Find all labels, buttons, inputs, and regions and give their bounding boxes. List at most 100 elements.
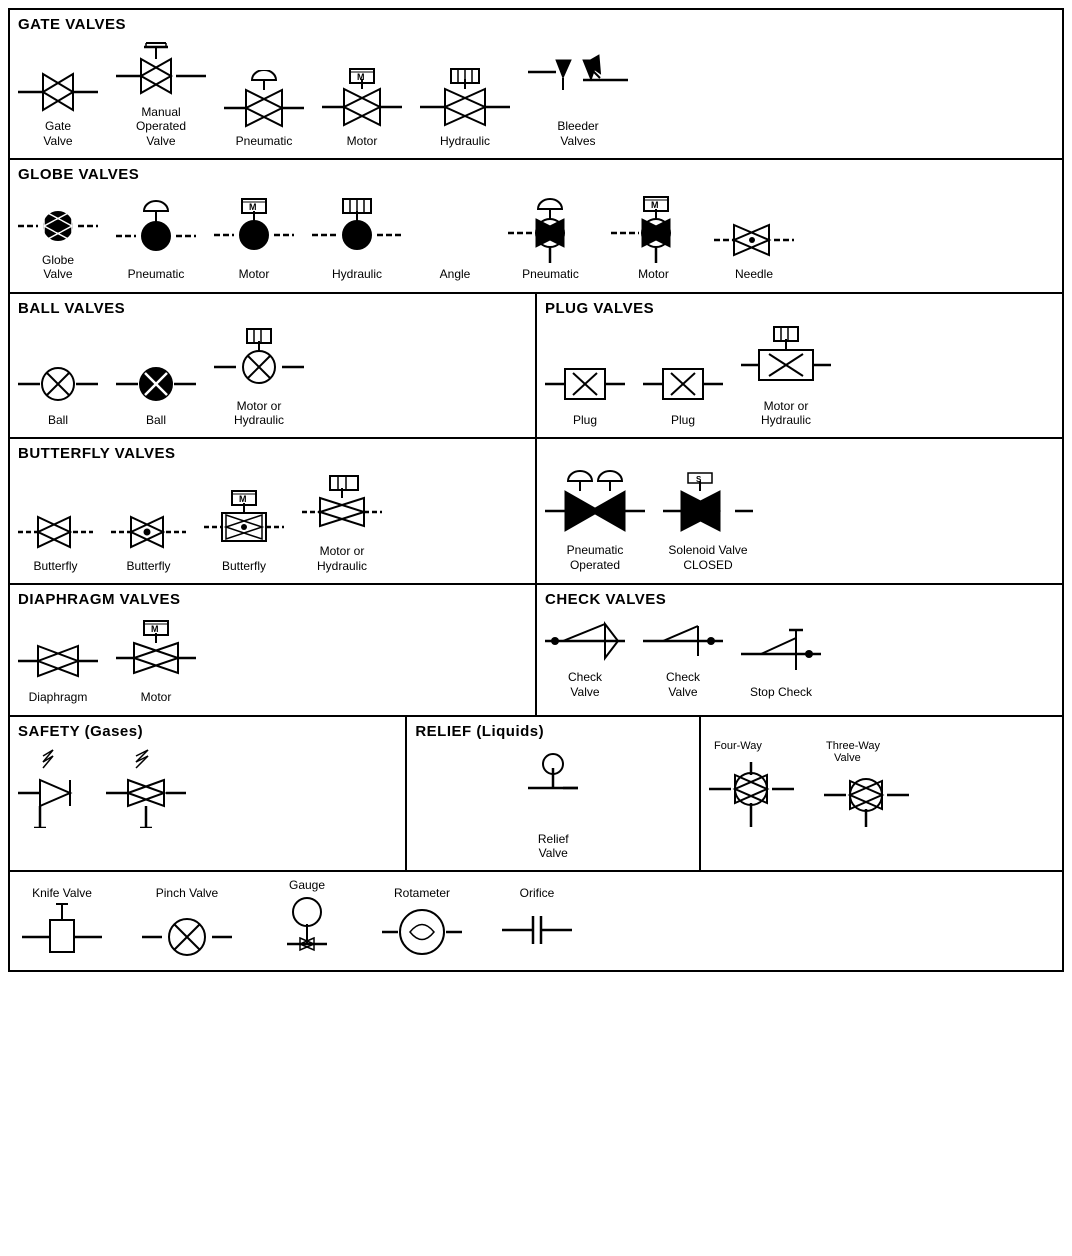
gate-pneumatic-label: Pneumatic xyxy=(236,134,293,148)
solenoid-closed-label: Solenoid ValveCLOSED xyxy=(668,543,747,572)
globe-valves-title: GLOBE VALVES xyxy=(18,166,1054,183)
plug-motor-label: Motor orHydraulic xyxy=(761,399,811,428)
bottom-gauge: Gauge xyxy=(272,878,342,964)
valve-stop-check: Stop Check xyxy=(741,626,821,699)
bleeder-valves-icon xyxy=(528,50,628,115)
globe-valves-row: GlobeValve Pneumatic xyxy=(18,187,1054,285)
valve-check2: CheckValve xyxy=(643,616,723,699)
manual-valve-label: ManualOperatedValve xyxy=(136,105,186,148)
rotameter-label: Rotameter xyxy=(394,886,450,900)
globe-valve-icon xyxy=(18,203,98,249)
ball1-icon xyxy=(18,359,98,409)
ball2-label: Ball xyxy=(146,413,166,427)
gate-hydraulic-icon xyxy=(420,65,510,130)
svg-text:Four-Way: Four-Way xyxy=(714,740,762,752)
valve-gate-motor: M Motor xyxy=(322,65,402,148)
valve-check1: CheckValve xyxy=(545,616,625,699)
four-way-icon: Four-Way xyxy=(709,737,794,827)
fourway-section: Four-Way Th xyxy=(701,717,1062,871)
valve-safety1 xyxy=(18,748,88,832)
safety-section: SAFETY (Gases) xyxy=(10,717,407,871)
valve-manual: ManualOperatedValve xyxy=(116,41,206,148)
valve-pneumatic-operated: PneumaticOperated xyxy=(545,469,645,572)
gate-valves-title: GATE VALVES xyxy=(18,16,1054,33)
check-valves-row: CheckValve CheckValve xyxy=(545,612,1054,703)
check2-label: CheckValve xyxy=(666,670,700,699)
diaphragm-motor-icon: M xyxy=(116,616,196,686)
globe-hydraulic-icon xyxy=(312,191,402,263)
check2-icon xyxy=(643,616,723,666)
valve-diaphragm-motor: M Motor xyxy=(116,616,196,704)
butterfly-valves-title: BUTTERFLY VALVES xyxy=(18,445,527,462)
angle-motor-label: Motor xyxy=(638,267,669,281)
gate-pneumatic-icon xyxy=(224,70,304,130)
svg-text:Valve: Valve xyxy=(834,752,861,764)
valve-angle-pneumatic: Pneumatic xyxy=(508,191,593,281)
special-valves-row: PneumaticOperated S Solenoid ValveCLOSED xyxy=(545,465,1054,576)
plug-valves-row: Plug Plug xyxy=(545,321,1054,432)
plug-valves-section: PLUG VALVES Plug xyxy=(537,294,1062,438)
butterfly-motor-label: Motor orHydraulic xyxy=(317,544,367,573)
ball-motor-icon xyxy=(214,325,304,395)
plug1-label: Plug xyxy=(573,413,597,427)
valve-ball2: Ball xyxy=(116,359,196,427)
valve-angle-motor: M Motor xyxy=(611,191,696,281)
plug-valves-title: PLUG VALVES xyxy=(545,300,1054,317)
bottom-pinch: Pinch Valve xyxy=(142,886,232,957)
ball-valves-section: BALL VALVES Ball xyxy=(10,294,537,438)
valve-plug-motor: Motor orHydraulic xyxy=(741,325,831,428)
pinch-valve-icon xyxy=(142,902,232,957)
angle-spacer xyxy=(448,217,462,263)
valve-safety2 xyxy=(106,748,186,832)
plug2-icon xyxy=(643,359,723,409)
gate-valve-label: GateValve xyxy=(43,119,72,148)
knife-label: Knife Valve xyxy=(32,886,92,900)
gauge-icon xyxy=(272,894,342,964)
valve-gate: GateValve xyxy=(18,69,98,148)
diaphragm-valves-section: DIAPHRAGM VALVES Diaphragm xyxy=(10,585,537,714)
valve-three-way: Three-Way Valve xyxy=(824,737,909,831)
knife-valve-icon xyxy=(22,902,102,957)
relief-icon xyxy=(518,748,588,828)
valve-ball-motor: Motor orHydraulic xyxy=(214,325,304,428)
valve-globe-pneumatic: Pneumatic xyxy=(116,198,196,281)
svg-text:Three-Way: Three-Way xyxy=(826,740,880,752)
gate-valves-section: GATE VALVES GateValve xyxy=(10,10,1062,160)
globe-motor-label: Motor xyxy=(239,267,270,281)
special-valves-section: PneumaticOperated S Solenoid ValveCLOSED xyxy=(537,439,1062,583)
angle-label: Angle xyxy=(440,267,471,281)
ball1-label: Ball xyxy=(48,413,68,427)
globe-valves-section: GLOBE VALVES GlobeValve xyxy=(10,160,1062,293)
valve-butterfly1: Butterfly xyxy=(18,509,93,573)
valve-globe-motor: M Motor xyxy=(214,191,294,281)
ball-valves-title: BALL VALVES xyxy=(18,300,527,317)
bleeder-valves-label: BleederValves xyxy=(557,119,598,148)
butterfly-special-row: BUTTERFLY VALVES Butterfly xyxy=(10,439,1062,585)
diaphragm-motor-label: Motor xyxy=(141,690,172,704)
three-way-icon: Three-Way Valve xyxy=(824,737,909,827)
plug-motor-icon xyxy=(741,325,831,395)
butterfly1-icon xyxy=(18,509,93,555)
bottom-knife: Knife Valve xyxy=(22,886,102,957)
globe-motor-icon: M xyxy=(214,191,294,263)
valve-relief: ReliefValve xyxy=(518,748,588,861)
check1-label: CheckValve xyxy=(568,670,602,699)
diaphragm-valves-row: Diaphragm M Motor xyxy=(18,612,527,708)
rotameter-icon xyxy=(382,902,462,957)
gate-motor-icon: M xyxy=(322,65,402,130)
pneumatic-operated-label: PneumaticOperated xyxy=(567,543,624,572)
svg-text:M: M xyxy=(151,624,159,634)
valve-needle: Needle xyxy=(714,217,794,281)
diaphragm-check-row: DIAPHRAGM VALVES Diaphragm xyxy=(10,585,1062,716)
diaphragm-label: Diaphragm xyxy=(29,690,88,704)
pinch-label: Pinch Valve xyxy=(156,886,218,900)
valve-plug2: Plug xyxy=(643,359,723,427)
stop-check-icon xyxy=(741,626,821,681)
valve-four-way: Four-Way xyxy=(709,737,794,831)
gate-motor-label: Motor xyxy=(347,134,378,148)
relief-title: RELIEF (Liquids) xyxy=(415,723,691,740)
globe-valve-label: GlobeValve xyxy=(42,253,74,282)
valve-gate-pneumatic: Pneumatic xyxy=(224,70,304,148)
gate-valves-row: GateValve ManualOperatedValve xyxy=(18,37,1054,152)
svg-text:M: M xyxy=(239,494,247,504)
